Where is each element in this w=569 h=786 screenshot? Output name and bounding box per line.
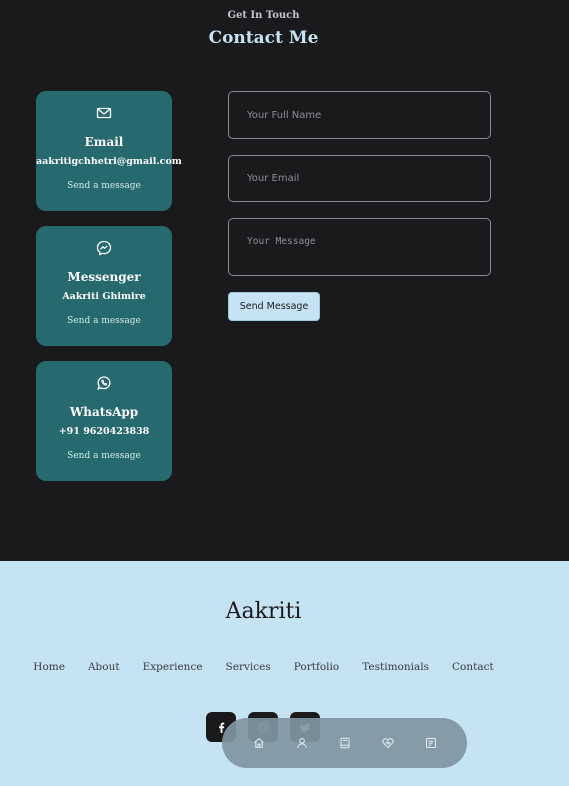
contact-section: Get In Touch Contact Me Email aakritigch…: [0, 0, 569, 561]
message-textarea[interactable]: [228, 218, 491, 276]
footer-link-contact[interactable]: Contact: [452, 661, 494, 673]
card-title: WhatsApp: [69, 405, 139, 419]
send-message-link[interactable]: Send a message: [36, 451, 172, 461]
card-value: +91 9620423838: [58, 426, 150, 437]
email-input[interactable]: [228, 155, 491, 202]
book-icon[interactable]: [329, 727, 361, 759]
card-title: Messenger: [67, 270, 141, 284]
card-title: Email: [84, 135, 124, 149]
contact-card-email: Email aakritigchhetri@gmail.com Send a m…: [36, 91, 182, 211]
section-subtitle: Get In Touch: [227, 10, 300, 21]
footer-nav: Home About Experience Services Portfolio…: [0, 661, 527, 673]
card-value: aakritigchhetri@gmail.com: [36, 156, 182, 167]
whatsapp-icon: [36, 374, 172, 392]
footer-link-portfolio[interactable]: Portfolio: [294, 661, 339, 673]
footer-logo[interactable]: Aakriti: [0, 599, 527, 624]
send-message-link[interactable]: Send a message: [36, 181, 172, 191]
home-icon[interactable]: [243, 727, 275, 759]
footer-link-home[interactable]: Home: [33, 661, 65, 673]
send-message-button[interactable]: Send Message: [228, 292, 320, 321]
floating-nav: [222, 718, 467, 768]
services-icon[interactable]: [372, 727, 404, 759]
footer-link-about[interactable]: About: [88, 661, 120, 673]
footer-link-services[interactable]: Services: [226, 661, 271, 673]
user-icon[interactable]: [286, 727, 318, 759]
footer-link-testimonials[interactable]: Testimonials: [362, 661, 429, 673]
card-value: Aakriti Ghimire: [62, 291, 146, 302]
full-name-input[interactable]: [228, 91, 491, 139]
contact-card-whatsapp: WhatsApp +91 9620423838 Send a message: [36, 361, 172, 481]
mail-icon: [36, 104, 172, 122]
message-icon[interactable]: [415, 727, 447, 759]
footer-link-experience[interactable]: Experience: [143, 661, 203, 673]
messenger-icon: [36, 239, 172, 257]
section-title: Contact Me: [208, 28, 319, 48]
send-message-link[interactable]: Send a message: [36, 316, 172, 326]
contact-card-messenger: Messenger Aakriti Ghimire Send a message: [36, 226, 172, 346]
